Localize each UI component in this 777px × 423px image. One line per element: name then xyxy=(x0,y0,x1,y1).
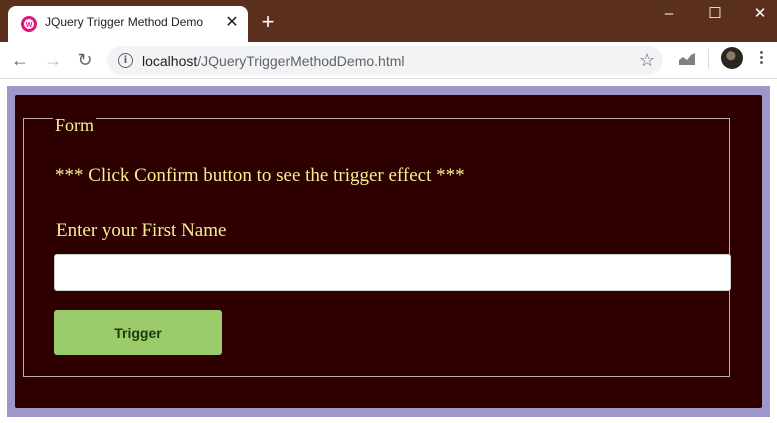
close-window-button[interactable]: ✕ xyxy=(737,0,777,30)
maximize-button[interactable]: ☐ xyxy=(692,0,738,30)
svg-text:W: W xyxy=(26,22,33,29)
toolbar-divider xyxy=(708,49,709,69)
new-tab-button[interactable]: + xyxy=(257,11,279,33)
extension-icon[interactable] xyxy=(677,51,697,67)
bookmark-star-icon[interactable]: ☆ xyxy=(639,50,655,70)
info-icon[interactable]: i xyxy=(118,53,133,68)
browser-tab[interactable]: W JQuery Trigger Method Demo ✕ xyxy=(8,6,248,42)
address-bar[interactable]: i localhost/JQueryTriggerMethodDemo.html… xyxy=(107,46,663,75)
form-legend: Form xyxy=(53,115,97,135)
forward-arrow-icon[interactable]: → xyxy=(41,48,65,72)
trigger-button[interactable]: Trigger xyxy=(54,310,222,355)
minimize-button[interactable]: – xyxy=(646,0,692,30)
url-text[interactable]: localhost/JQueryTriggerMethodDemo.html xyxy=(142,53,404,69)
back-arrow-icon[interactable]: ← xyxy=(8,48,32,72)
tab-title: JQuery Trigger Method Demo xyxy=(45,15,204,29)
reload-icon[interactable]: ↻ xyxy=(73,48,97,72)
tab-close-icon[interactable]: ✕ xyxy=(222,13,242,33)
first-name-label: Enter your First Name xyxy=(56,220,227,241)
profile-avatar[interactable] xyxy=(721,47,743,69)
menu-kebab-icon[interactable] xyxy=(758,49,764,69)
page-favicon-icon: W xyxy=(21,16,37,32)
first-name-input[interactable] xyxy=(54,254,731,291)
browser-toolbar: ← → ↻ i localhost/JQueryTriggerMethodDem… xyxy=(0,42,777,79)
page-content: Form *** Click Confirm button to see the… xyxy=(0,79,777,423)
instruction-message: *** Click Confirm button to see the trig… xyxy=(55,165,465,186)
browser-titlebar: W JQuery Trigger Method Demo ✕ + – ☐ ✕ xyxy=(0,0,777,42)
